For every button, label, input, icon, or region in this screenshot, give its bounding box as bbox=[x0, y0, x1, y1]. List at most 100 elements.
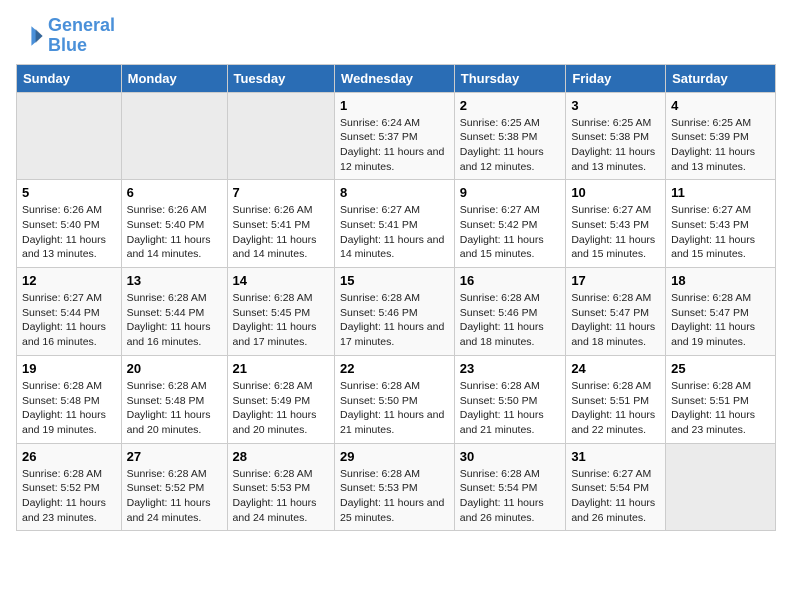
calendar-cell: 22 Sunrise: 6:28 AMSunset: 5:50 PMDayligh… bbox=[335, 355, 455, 443]
day-number: 11 bbox=[671, 185, 770, 200]
day-number: 24 bbox=[571, 361, 660, 376]
day-info: Sunrise: 6:28 AMSunset: 5:44 PMDaylight:… bbox=[127, 291, 222, 350]
day-number: 26 bbox=[22, 449, 116, 464]
day-info: Sunrise: 6:28 AMSunset: 5:52 PMDaylight:… bbox=[22, 467, 116, 526]
day-info: Sunrise: 6:28 AMSunset: 5:50 PMDaylight:… bbox=[340, 379, 449, 438]
day-info: Sunrise: 6:28 AMSunset: 5:48 PMDaylight:… bbox=[127, 379, 222, 438]
calendar-cell: 23 Sunrise: 6:28 AMSunset: 5:50 PMDayligh… bbox=[454, 355, 566, 443]
weekday-header-sunday: Sunday bbox=[17, 64, 122, 92]
calendar-cell: 7 Sunrise: 6:26 AMSunset: 5:41 PMDaylight… bbox=[227, 180, 335, 268]
day-number: 23 bbox=[460, 361, 561, 376]
day-info: Sunrise: 6:28 AMSunset: 5:47 PMDaylight:… bbox=[671, 291, 770, 350]
day-number: 3 bbox=[571, 98, 660, 113]
calendar-cell bbox=[121, 92, 227, 180]
day-info: Sunrise: 6:27 AMSunset: 5:41 PMDaylight:… bbox=[340, 203, 449, 262]
day-number: 22 bbox=[340, 361, 449, 376]
weekday-header-wednesday: Wednesday bbox=[335, 64, 455, 92]
day-number: 17 bbox=[571, 273, 660, 288]
day-number: 15 bbox=[340, 273, 449, 288]
day-number: 10 bbox=[571, 185, 660, 200]
day-info: Sunrise: 6:25 AMSunset: 5:38 PMDaylight:… bbox=[460, 116, 561, 175]
day-info: Sunrise: 6:28 AMSunset: 5:48 PMDaylight:… bbox=[22, 379, 116, 438]
day-info: Sunrise: 6:26 AMSunset: 5:41 PMDaylight:… bbox=[233, 203, 330, 262]
day-number: 16 bbox=[460, 273, 561, 288]
calendar-table: SundayMondayTuesdayWednesdayThursdayFrid… bbox=[16, 64, 776, 532]
day-number: 13 bbox=[127, 273, 222, 288]
calendar-cell: 21Sunrise: 6:28 AMSunset: 5:49 PMDayligh… bbox=[227, 355, 335, 443]
day-info: Sunrise: 6:28 AMSunset: 5:52 PMDaylight:… bbox=[127, 467, 222, 526]
calendar-cell bbox=[227, 92, 335, 180]
day-info: Sunrise: 6:28 AMSunset: 5:45 PMDaylight:… bbox=[233, 291, 330, 350]
calendar-cell: 30Sunrise: 6:28 AMSunset: 5:54 PMDayligh… bbox=[454, 443, 566, 531]
calendar-cell: 12 Sunrise: 6:27 AMSunset: 5:44 PMDayligh… bbox=[17, 268, 122, 356]
day-number: 25 bbox=[671, 361, 770, 376]
day-info: Sunrise: 6:28 AMSunset: 5:51 PMDaylight:… bbox=[671, 379, 770, 438]
calendar-cell: 27Sunrise: 6:28 AMSunset: 5:52 PMDayligh… bbox=[121, 443, 227, 531]
day-info: Sunrise: 6:24 AMSunset: 5:37 PMDaylight:… bbox=[340, 116, 449, 175]
calendar-cell: 26 Sunrise: 6:28 AMSunset: 5:52 PMDayligh… bbox=[17, 443, 122, 531]
day-number: 8 bbox=[340, 185, 449, 200]
day-info: Sunrise: 6:26 AMSunset: 5:40 PMDaylight:… bbox=[22, 203, 116, 262]
day-number: 30 bbox=[460, 449, 561, 464]
calendar-cell: 11 Sunrise: 6:27 AMSunset: 5:43 PMDayligh… bbox=[666, 180, 776, 268]
calendar-cell: 4Sunrise: 6:25 AMSunset: 5:39 PMDaylight… bbox=[666, 92, 776, 180]
day-info: Sunrise: 6:28 AMSunset: 5:51 PMDaylight:… bbox=[571, 379, 660, 438]
day-number: 14 bbox=[233, 273, 330, 288]
logo-icon bbox=[16, 22, 44, 50]
weekday-header-tuesday: Tuesday bbox=[227, 64, 335, 92]
day-number: 1 bbox=[340, 98, 449, 113]
day-info: Sunrise: 6:25 AMSunset: 5:38 PMDaylight:… bbox=[571, 116, 660, 175]
calendar-cell bbox=[17, 92, 122, 180]
weekday-header-thursday: Thursday bbox=[454, 64, 566, 92]
day-info: Sunrise: 6:28 AMSunset: 5:46 PMDaylight:… bbox=[460, 291, 561, 350]
day-info: Sunrise: 6:28 AMSunset: 5:50 PMDaylight:… bbox=[460, 379, 561, 438]
calendar-cell: 13 Sunrise: 6:28 AMSunset: 5:44 PMDayligh… bbox=[121, 268, 227, 356]
calendar-cell: 15Sunrise: 6:28 AMSunset: 5:46 PMDayligh… bbox=[335, 268, 455, 356]
day-info: Sunrise: 6:27 AMSunset: 5:42 PMDaylight:… bbox=[460, 203, 561, 262]
calendar-cell: 29 Sunrise: 6:28 AMSunset: 5:53 PMDayligh… bbox=[335, 443, 455, 531]
day-info: Sunrise: 6:27 AMSunset: 5:43 PMDaylight:… bbox=[571, 203, 660, 262]
calendar-cell: 20 Sunrise: 6:28 AMSunset: 5:48 PMDayligh… bbox=[121, 355, 227, 443]
day-number: 28 bbox=[233, 449, 330, 464]
calendar-cell: 24 Sunrise: 6:28 AMSunset: 5:51 PMDayligh… bbox=[566, 355, 666, 443]
day-number: 20 bbox=[127, 361, 222, 376]
day-number: 5 bbox=[22, 185, 116, 200]
weekday-header-friday: Friday bbox=[566, 64, 666, 92]
day-number: 9 bbox=[460, 185, 561, 200]
weekday-header-saturday: Saturday bbox=[666, 64, 776, 92]
calendar-cell: 31 Sunrise: 6:27 AMSunset: 5:54 PMDayligh… bbox=[566, 443, 666, 531]
calendar-cell: 14 Sunrise: 6:28 AMSunset: 5:45 PMDayligh… bbox=[227, 268, 335, 356]
day-number: 6 bbox=[127, 185, 222, 200]
day-info: Sunrise: 6:28 AMSunset: 5:49 PMDaylight:… bbox=[233, 379, 330, 438]
day-number: 29 bbox=[340, 449, 449, 464]
day-info: Sunrise: 6:27 AMSunset: 5:54 PMDaylight:… bbox=[571, 467, 660, 526]
day-number: 7 bbox=[233, 185, 330, 200]
day-info: Sunrise: 6:28 AMSunset: 5:47 PMDaylight:… bbox=[571, 291, 660, 350]
day-number: 4 bbox=[671, 98, 770, 113]
calendar-cell: 18 Sunrise: 6:28 AMSunset: 5:47 PMDayligh… bbox=[666, 268, 776, 356]
page-header: General Blue bbox=[16, 16, 776, 56]
day-info: Sunrise: 6:28 AMSunset: 5:53 PMDaylight:… bbox=[340, 467, 449, 526]
calendar-cell: 25 Sunrise: 6:28 AMSunset: 5:51 PMDayligh… bbox=[666, 355, 776, 443]
calendar-cell: 5 Sunrise: 6:26 AMSunset: 5:40 PMDaylight… bbox=[17, 180, 122, 268]
day-info: Sunrise: 6:26 AMSunset: 5:40 PMDaylight:… bbox=[127, 203, 222, 262]
calendar-cell: 8 Sunrise: 6:27 AMSunset: 5:41 PMDaylight… bbox=[335, 180, 455, 268]
day-number: 18 bbox=[671, 273, 770, 288]
day-info: Sunrise: 6:27 AMSunset: 5:43 PMDaylight:… bbox=[671, 203, 770, 262]
day-number: 31 bbox=[571, 449, 660, 464]
calendar-cell: 19 Sunrise: 6:28 AMSunset: 5:48 PMDayligh… bbox=[17, 355, 122, 443]
calendar-cell: 6 Sunrise: 6:26 AMSunset: 5:40 PMDaylight… bbox=[121, 180, 227, 268]
day-number: 2 bbox=[460, 98, 561, 113]
calendar-cell bbox=[666, 443, 776, 531]
logo-text: General Blue bbox=[48, 16, 115, 56]
day-info: Sunrise: 6:27 AMSunset: 5:44 PMDaylight:… bbox=[22, 291, 116, 350]
calendar-cell: 16 Sunrise: 6:28 AMSunset: 5:46 PMDayligh… bbox=[454, 268, 566, 356]
calendar-cell: 28 Sunrise: 6:28 AMSunset: 5:53 PMDayligh… bbox=[227, 443, 335, 531]
calendar-cell: 3 Sunrise: 6:25 AMSunset: 5:38 PMDaylight… bbox=[566, 92, 666, 180]
day-number: 19 bbox=[22, 361, 116, 376]
calendar-cell: 1 Sunrise: 6:24 AMSunset: 5:37 PMDaylight… bbox=[335, 92, 455, 180]
calendar-cell: 9 Sunrise: 6:27 AMSunset: 5:42 PMDaylight… bbox=[454, 180, 566, 268]
calendar-cell: 2 Sunrise: 6:25 AMSunset: 5:38 PMDaylight… bbox=[454, 92, 566, 180]
day-number: 12 bbox=[22, 273, 116, 288]
day-info: Sunrise: 6:28 AMSunset: 5:53 PMDaylight:… bbox=[233, 467, 330, 526]
